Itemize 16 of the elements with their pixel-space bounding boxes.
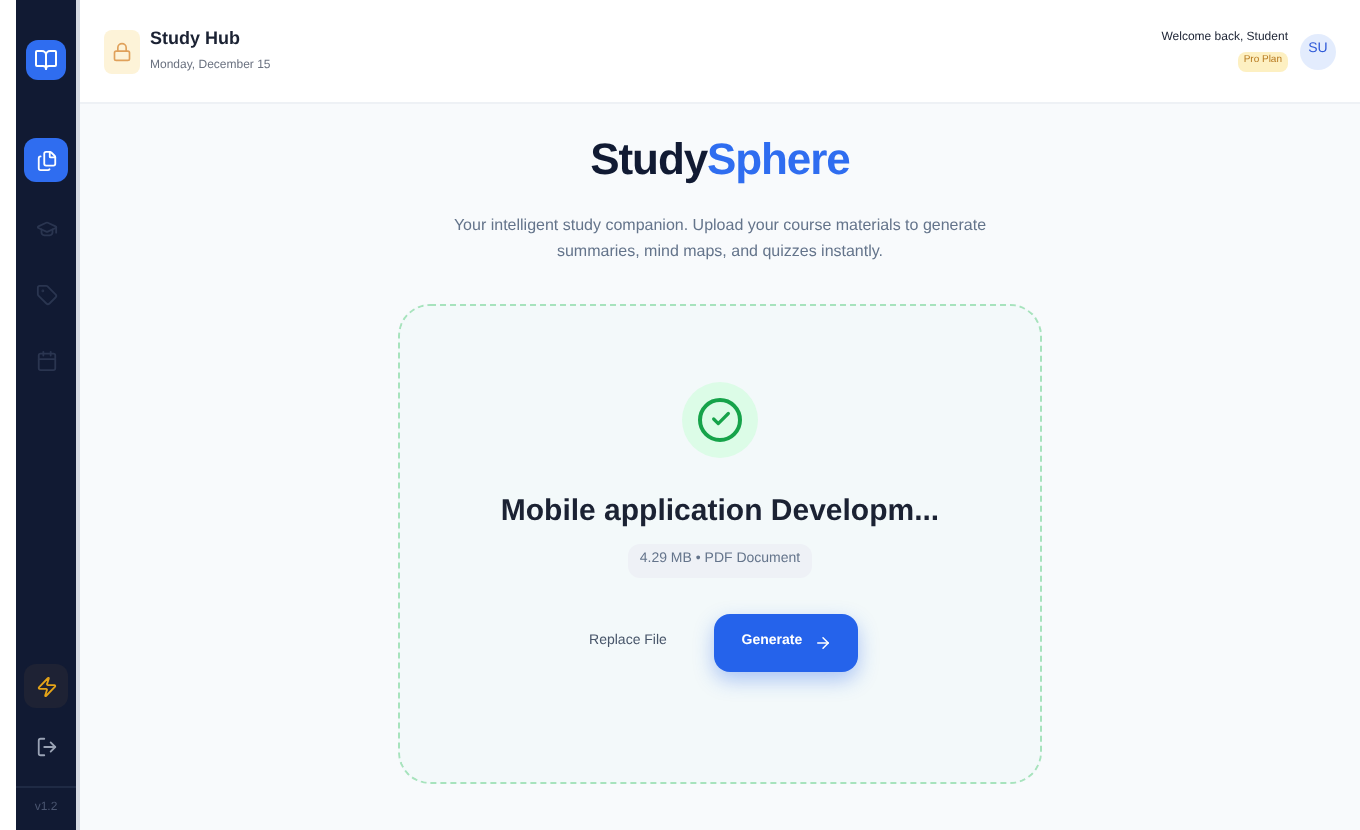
lightning-icon (35, 675, 57, 697)
calendar-icon (35, 349, 57, 371)
lock-icon (104, 29, 140, 73)
tag-icon (35, 283, 57, 305)
logo-icon (26, 40, 66, 80)
nav-item[interactable] (24, 138, 68, 182)
logout-icon (35, 735, 57, 757)
arrow-icon (814, 633, 833, 651)
page-title: Study Hub (150, 26, 242, 53)
file-name: Mobile application Developm... (500, 491, 940, 531)
brand-title: StudySphere (590, 132, 850, 187)
lightning-button[interactable] (24, 664, 68, 708)
success-check-icon (682, 381, 758, 457)
graduation-cap-icon (35, 217, 57, 239)
files-icon (35, 149, 57, 171)
tagline-text: Your intelligent study companion. Upload your course materials to generate summaries, mind maps, and quizzes instantly. (451, 213, 989, 263)
